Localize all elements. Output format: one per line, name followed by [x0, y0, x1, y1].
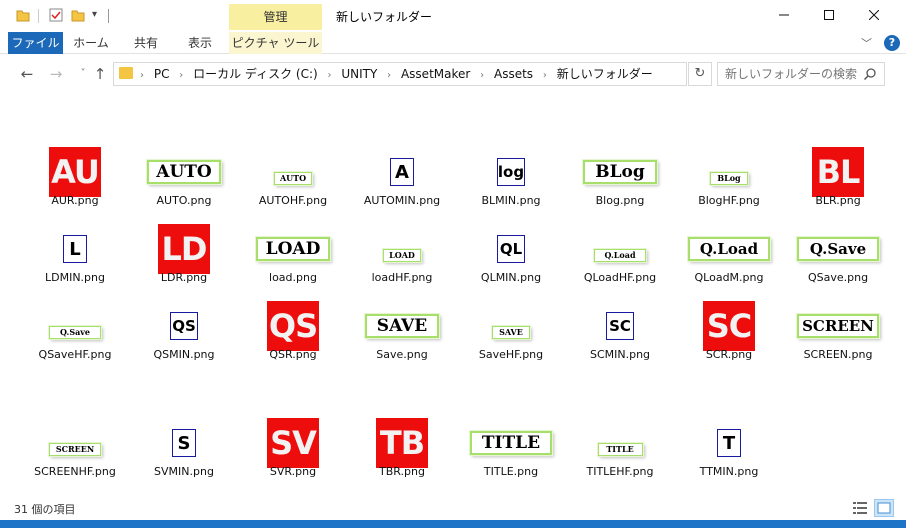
file-list: AU AUR.png AUTO AUTO.png AUTO AUTOHF.png A AUTO…	[0, 94, 906, 496]
maximize-button[interactable]	[806, 0, 852, 30]
thumbnail-label: SC	[703, 301, 755, 351]
file-item[interactable]: SC SCR.png	[674, 248, 784, 361]
window-title: 新しいフォルダー	[336, 10, 433, 24]
refresh-icon[interactable]: ↻	[688, 62, 712, 86]
thumbnail-label: TB	[376, 418, 428, 468]
up-arrow-icon[interactable]: ↑	[90, 64, 110, 84]
file-item[interactable]: TB TBR.png	[347, 365, 457, 478]
file-name: SVMIN.png	[154, 465, 214, 478]
file-name: QSaveHF.png	[38, 348, 112, 361]
thumbnail-label: SAVE	[492, 325, 530, 339]
item-count: 31 個の項目	[14, 503, 76, 516]
minimize-button[interactable]	[761, 0, 807, 30]
file-name: SaveHF.png	[478, 348, 544, 361]
search-icon	[863, 68, 876, 81]
file-name: SCR.png	[705, 348, 753, 361]
navigation-bar: ← → ˅ ↑ › PC › ローカル ディスク (C:) › UNITY › …	[0, 54, 906, 94]
taskbar-edge	[0, 520, 906, 528]
file-item[interactable]: SAVE SaveHF.png	[456, 248, 566, 361]
large-icons-view-icon[interactable]	[874, 499, 894, 517]
file-item[interactable]: QS QSR.png	[238, 248, 348, 361]
file-item[interactable]: SCREEN SCREEN.png	[783, 248, 893, 361]
close-icon	[869, 10, 879, 20]
breadcrumb-item[interactable]: PC	[154, 67, 170, 81]
thumbnail-label: S	[172, 429, 196, 457]
thumbnail-label: Q.Save	[49, 325, 101, 339]
file-name: QSMIN.png	[153, 348, 215, 361]
breadcrumb-item[interactable]: 新しいフォルダー	[557, 67, 653, 81]
thumbnail-label: SCREEN	[797, 314, 879, 338]
folder-icon	[119, 67, 133, 79]
thumbnail-label: TITLE	[597, 442, 643, 456]
divider	[108, 9, 109, 23]
close-button[interactable]	[851, 0, 897, 30]
chevron-right-icon[interactable]: ›	[387, 70, 391, 81]
chevron-right-icon[interactable]: ›	[543, 70, 547, 81]
properties-icon[interactable]	[49, 8, 63, 24]
tab-share[interactable]: 共有	[120, 32, 172, 54]
file-name: SCMIN.png	[589, 348, 651, 361]
file-name: SCREENHF.png	[34, 465, 116, 478]
file-item[interactable]: S SVMIN.png	[129, 365, 239, 478]
details-view-icon[interactable]	[852, 500, 868, 516]
file-name: SVR.png	[269, 465, 317, 478]
thumbnail-label: SV	[267, 418, 319, 468]
file-item[interactable]: SAVE Save.png	[347, 248, 457, 361]
new-folder-icon[interactable]	[71, 8, 85, 24]
breadcrumb: › PC › ローカル ディスク (C:) › UNITY › AssetMak…	[140, 63, 659, 85]
file-item[interactable]: Q.Save QSaveHF.png	[20, 248, 130, 361]
breadcrumb-item[interactable]: AssetMaker	[401, 67, 470, 81]
breadcrumb-item[interactable]: UNITY	[341, 67, 377, 81]
search-input[interactable]	[718, 63, 858, 85]
forward-arrow-icon[interactable]: →	[46, 64, 66, 84]
thumbnail-label: TITLE	[470, 431, 552, 455]
back-arrow-icon[interactable]: ←	[17, 64, 37, 84]
file-name: TITLEHF.png	[586, 465, 654, 478]
ribbon: ファイル ホーム 共有 表示 ピクチャ ツール ﹀ ?	[0, 32, 906, 54]
thumbnail-label: T	[717, 429, 741, 457]
file-item[interactable]: QS QSMIN.png	[129, 248, 239, 361]
file-name: TITLE.png	[483, 465, 539, 478]
thumbnail-label: QS	[170, 312, 198, 340]
thumbnail-label: SCREEN	[49, 442, 101, 456]
file-name: QSR.png	[269, 348, 317, 361]
tab-file[interactable]: ファイル	[8, 32, 63, 54]
help-icon[interactable]: ?	[884, 35, 900, 51]
file-item[interactable]: SV SVR.png	[238, 365, 348, 478]
context-tab-header: 管理	[229, 4, 322, 30]
tab-view[interactable]: 表示	[174, 32, 226, 54]
file-name: TTMIN.png	[699, 465, 759, 478]
address-bar[interactable]: › PC › ローカル ディスク (C:) › UNITY › AssetMak…	[113, 62, 795, 88]
file-item[interactable]: T TTMIN.png	[674, 365, 784, 478]
thumbnail-label: SC	[606, 312, 634, 340]
status-bar: 31 個の項目	[0, 496, 906, 520]
chevron-right-icon[interactable]: ›	[179, 70, 183, 81]
title-bar: ▾ 管理 新しいフォルダー	[0, 0, 906, 32]
breadcrumb-item[interactable]: ローカル ディスク (C:)	[193, 67, 318, 81]
tab-home[interactable]: ホーム	[65, 32, 117, 54]
file-name: Save.png	[376, 348, 428, 361]
file-item[interactable]: SCREEN SCREENHF.png	[20, 365, 130, 478]
search-box[interactable]	[717, 62, 885, 86]
breadcrumb-item[interactable]: Assets	[494, 67, 533, 81]
maximize-icon	[824, 10, 834, 20]
thumbnail-label: QS	[267, 301, 319, 351]
divider	[38, 9, 39, 23]
file-item[interactable]: TITLE TITLE.png	[456, 365, 566, 478]
chevron-right-icon[interactable]: ›	[328, 70, 332, 81]
minimize-icon	[779, 14, 789, 16]
file-item[interactable]: TITLE TITLEHF.png	[565, 365, 675, 478]
expand-ribbon-icon[interactable]: ﹀	[861, 35, 872, 51]
tab-picture-tools[interactable]: ピクチャ ツール	[229, 32, 322, 54]
file-name: SCREEN.png	[803, 348, 873, 361]
file-item[interactable]: SC SCMIN.png	[565, 248, 675, 361]
chevron-right-icon[interactable]: ›	[480, 70, 484, 81]
chevron-right-icon: ›	[140, 70, 144, 81]
folder-icon	[16, 8, 30, 24]
thumbnail-label: SAVE	[365, 314, 439, 338]
customize-quick-access-icon[interactable]: ▾	[92, 9, 97, 25]
file-name: TBR.png	[379, 465, 425, 478]
